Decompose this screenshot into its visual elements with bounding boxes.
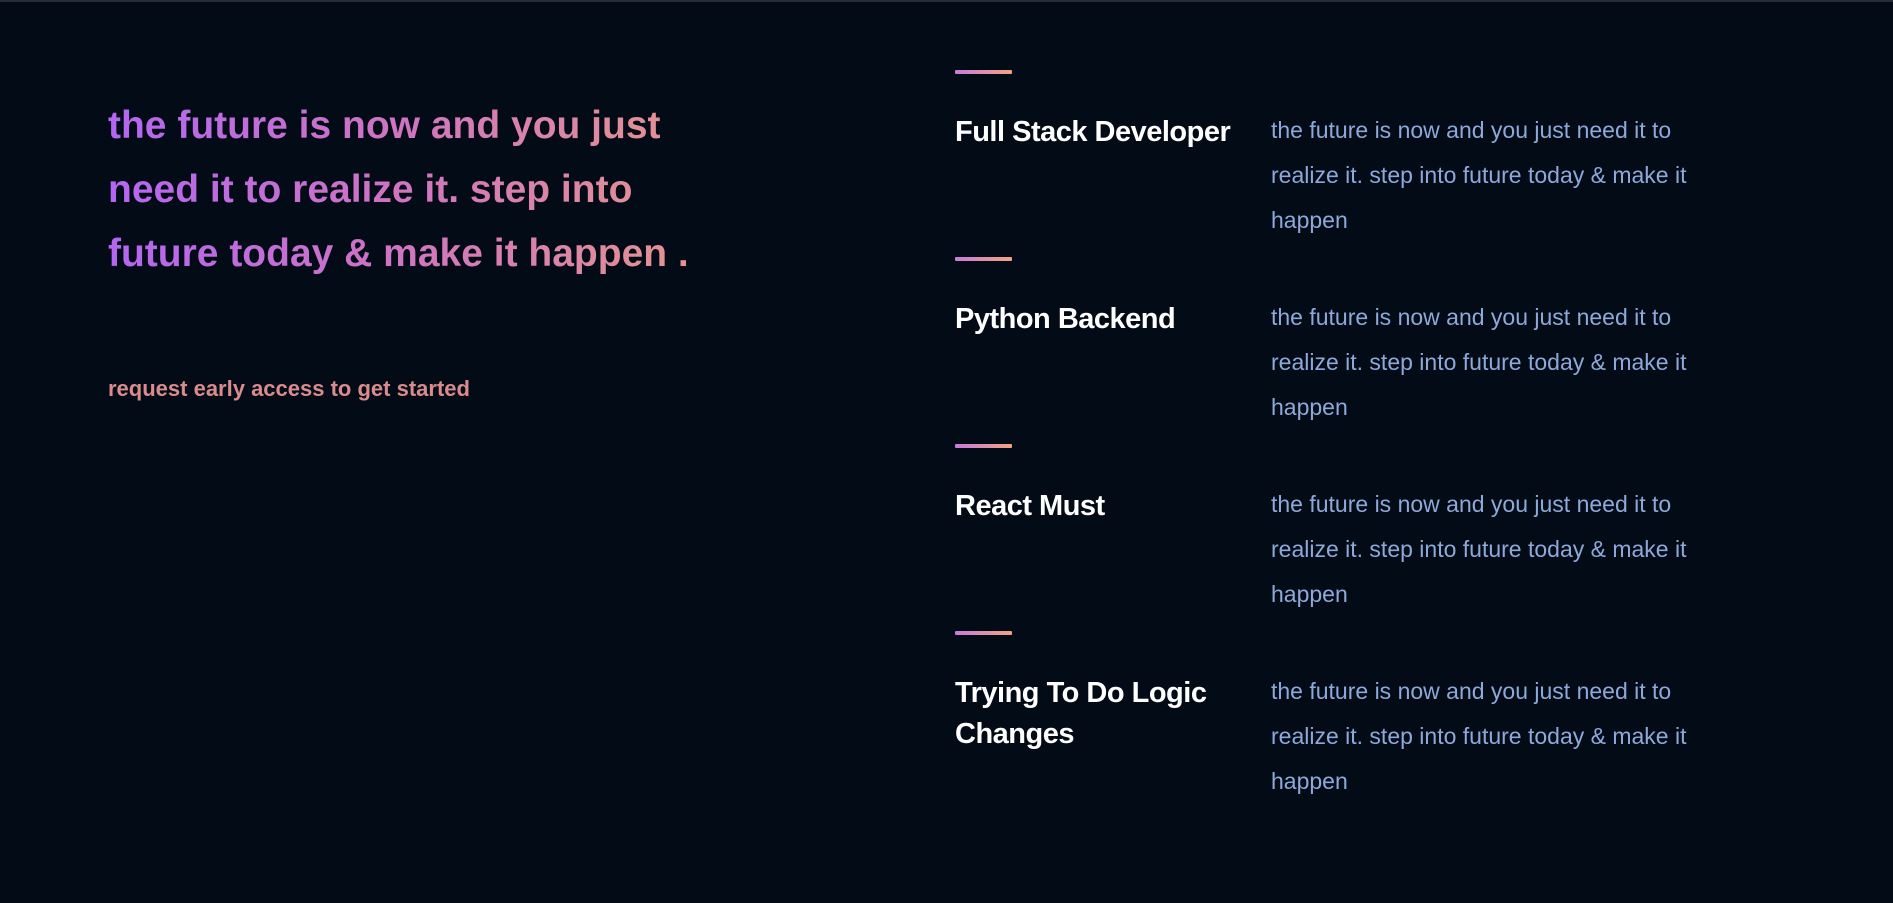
feature-title: Python Backend (955, 303, 1176, 335)
feature-item: Python Backend the future is now and you… (955, 257, 1715, 444)
feature-item: Trying To Do Logic Changes the future is… (955, 631, 1715, 818)
request-early-access-link[interactable]: request early access to get started (108, 376, 748, 402)
feature-divider (955, 257, 1012, 261)
feature-description: the future is now and you just need it t… (1271, 304, 1687, 420)
features-list: Full Stack Developer the future is now a… (955, 70, 1715, 818)
feature-divider (955, 631, 1012, 635)
feature-item: Full Stack Developer the future is now a… (955, 70, 1715, 257)
feature-description: the future is now and you just need it t… (1271, 117, 1687, 233)
feature-title: React Must (955, 490, 1105, 522)
feature-title: Trying To Do Logic Changes (955, 677, 1207, 750)
feature-item: React Must the future is now and you jus… (955, 444, 1715, 631)
feature-title: Full Stack Developer (955, 116, 1231, 148)
hero-heading: the future is now and you just need it t… (108, 94, 748, 286)
feature-description: the future is now and you just need it t… (1271, 678, 1687, 794)
feature-divider (955, 444, 1012, 448)
feature-divider (955, 70, 1012, 74)
hero-section: the future is now and you just need it t… (108, 94, 748, 402)
feature-description: the future is now and you just need it t… (1271, 491, 1687, 607)
